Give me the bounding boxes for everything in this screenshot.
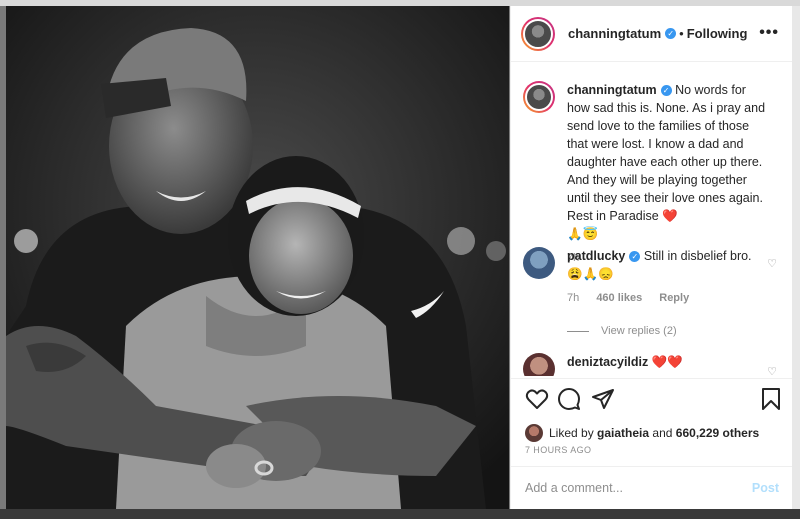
view-replies-button[interactable]: View replies (2): [567, 325, 677, 337]
share-icon[interactable]: [591, 387, 615, 411]
comment-body: patdlucky ✓ Still in disbelief bro. 😩🙏😞 7…: [567, 247, 767, 307]
avatar-image: [523, 18, 553, 49]
like-heart-icon[interactable]: [525, 387, 549, 411]
post-side-panel: channingtatum ✓ • Following ••• channing…: [510, 6, 793, 509]
post-comment-button[interactable]: Post: [752, 481, 779, 495]
commenter-avatar[interactable]: [523, 247, 555, 279]
post-header: channingtatum ✓ • Following •••: [511, 6, 793, 62]
liked-by-and: and: [652, 426, 673, 440]
author-avatar[interactable]: [521, 16, 555, 51]
caption-avatar[interactable]: [523, 81, 555, 113]
comment-input[interactable]: [525, 481, 725, 495]
likes-count[interactable]: 660,229 others: [676, 426, 759, 440]
verified-badge-icon: ✓: [665, 28, 677, 39]
caption-avatar-image: [525, 83, 553, 111]
likes-summary: Liked by gaiatheia and 660,229 others: [525, 424, 759, 442]
bottom-border: [0, 509, 800, 519]
comment-meta: 7h 460 likes Reply: [567, 289, 767, 307]
comment-text: ❤️❤️: [651, 355, 683, 369]
bookmark-icon[interactable]: [759, 387, 783, 411]
screenshot-frame: channingtatum ✓ • Following ••• channing…: [0, 0, 800, 519]
author-username[interactable]: channingtatum: [568, 26, 661, 41]
caption-username[interactable]: channingtatum: [567, 83, 657, 97]
comment-icon[interactable]: [557, 387, 581, 411]
verified-badge-icon: ✓: [660, 85, 672, 97]
separator-dot: •: [679, 26, 684, 41]
caption-emojis: 🙏😇: [567, 227, 599, 241]
page-scrollbar[interactable]: [792, 6, 800, 509]
comments-list: channingtatum ✓ No words for how sad this…: [511, 63, 793, 376]
reply-button[interactable]: Reply: [659, 292, 689, 304]
post-photo[interactable]: [6, 6, 509, 509]
like-comment-heart-icon[interactable]: ♡: [767, 365, 777, 376]
liked-by-prefix: Liked by: [549, 426, 594, 440]
like-comment-heart-icon[interactable]: ♡: [767, 257, 777, 270]
comment-emojis: 😩🙏😞: [567, 267, 614, 281]
post-image: [6, 6, 509, 509]
action-icons: [523, 387, 785, 417]
liked-by-user[interactable]: gaiatheia: [597, 426, 649, 440]
verified-badge-icon: ✓: [629, 251, 641, 263]
post-timestamp[interactable]: 7 HOURS AGO: [525, 445, 591, 455]
commenter-username[interactable]: deniztacyildiz: [567, 355, 648, 369]
comment-body: deniztacyildiz ❤️❤️: [567, 353, 767, 371]
more-options-icon[interactable]: •••: [759, 24, 779, 42]
post-actions: Liked by gaiatheia and 660,229 others 7 …: [511, 378, 793, 478]
following-button[interactable]: Following: [687, 26, 748, 41]
comment-text: Still in disbelief bro.: [643, 249, 752, 263]
caption-text: No words for how sad this is. None. As i…: [567, 83, 766, 223]
caption-body: channingtatum ✓ No words for how sad this…: [567, 81, 767, 267]
replies-line: [567, 330, 589, 332]
comment-time[interactable]: 7h: [567, 292, 579, 304]
commenter-username[interactable]: patdlucky: [567, 249, 625, 263]
liker-avatar[interactable]: [525, 424, 543, 442]
add-comment-bar: Post: [511, 466, 793, 509]
commenter-avatar[interactable]: [523, 353, 555, 376]
comment-likes[interactable]: 460 likes: [596, 292, 642, 304]
view-replies-label: View replies (2): [601, 325, 677, 337]
